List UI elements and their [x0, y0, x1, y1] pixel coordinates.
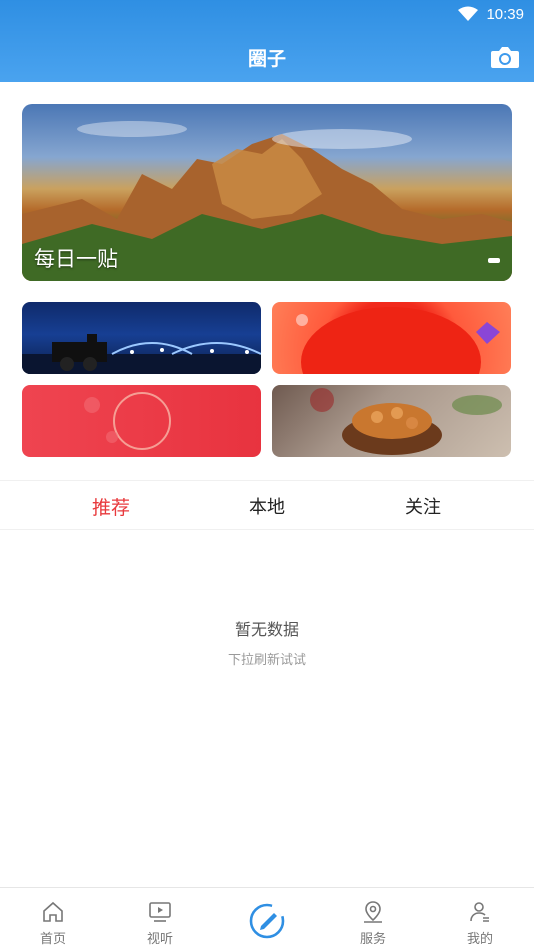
nav-service-label: 服务	[359, 932, 386, 947]
page-title: 圈子	[247, 48, 286, 70]
home-icon	[43, 901, 63, 922]
tile-food[interactable]	[272, 385, 511, 457]
user-icon	[470, 902, 489, 922]
tab-recommend[interactable]: 推荐	[92, 493, 130, 520]
nav-home-label: 首页	[39, 932, 66, 947]
video-icon	[149, 902, 171, 922]
promo-image	[296, 307, 500, 374]
food-image	[310, 388, 502, 455]
tile-red-festival[interactable]	[22, 385, 261, 457]
app-header: 10:39 圈子	[0, 0, 534, 82]
location-icon	[364, 901, 382, 923]
nav-circle[interactable]	[227, 888, 307, 949]
tile-train-night[interactable]	[22, 302, 261, 374]
banner-caption: 每日一贴	[34, 247, 118, 271]
tab-follow[interactable]: 关注	[405, 493, 441, 519]
status-time: 10:39	[486, 5, 524, 23]
nav-video[interactable]: 视听	[120, 888, 200, 949]
feed-tabs: 推荐 本地 关注	[0, 480, 534, 530]
nav-mine-label: 我的	[466, 932, 493, 947]
wifi-icon	[458, 6, 479, 21]
camera-icon[interactable]	[490, 44, 520, 70]
status-bar: 10:39	[458, 4, 524, 24]
empty-state-hint: 下拉刷新试试	[227, 653, 306, 668]
tile-red-promo[interactable]	[272, 302, 511, 374]
bottom-nav: 首页 视听 服务 我的	[0, 887, 534, 949]
nav-video-label: 视听	[146, 932, 173, 947]
festival-image	[84, 392, 171, 450]
train-image	[22, 334, 261, 374]
nav-home[interactable]: 首页	[13, 888, 93, 949]
nav-service[interactable]: 服务	[333, 888, 413, 949]
circle-pen-icon	[249, 903, 285, 939]
nav-mine[interactable]: 我的	[440, 888, 520, 949]
daily-post-banner[interactable]: 每日一贴	[22, 104, 512, 281]
empty-state-title: 暂无数据	[234, 620, 299, 639]
carousel-indicator	[488, 258, 500, 263]
tab-local[interactable]: 本地	[249, 493, 285, 519]
